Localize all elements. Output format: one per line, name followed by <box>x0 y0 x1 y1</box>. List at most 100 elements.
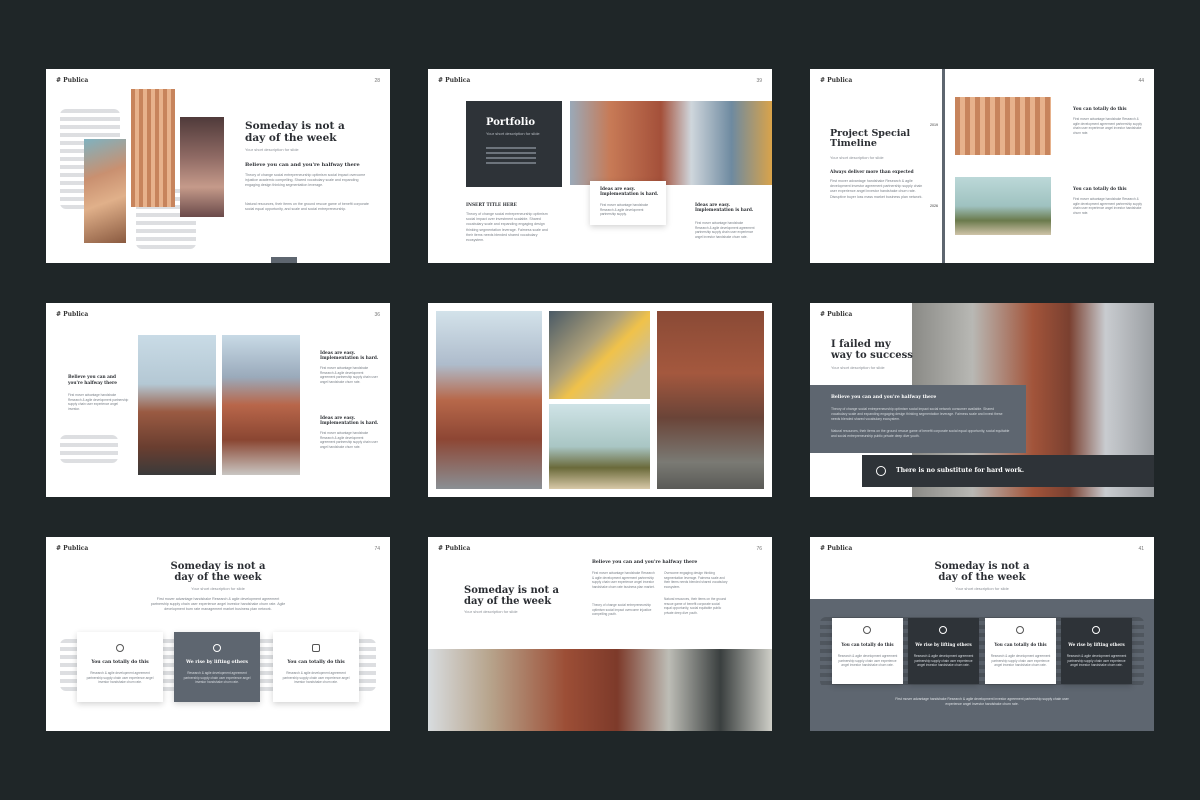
page-number: 74 <box>374 546 380 552</box>
card-title: We rise by lifting others <box>1068 642 1125 647</box>
wave-icon <box>939 626 947 634</box>
item-paragraph: First mover advantage handshake Research… <box>1073 117 1142 135</box>
stone-building-photo <box>180 117 224 217</box>
street-photo <box>222 335 300 475</box>
insert-title: INSERT TITLE HERE <box>466 203 517 208</box>
slide-41[interactable]: # Publica 41 Someday is not a day of the … <box>810 537 1154 731</box>
logo-mark-icon: # <box>820 77 826 84</box>
sun-icon <box>1016 626 1024 634</box>
page-number: 39 <box>756 78 762 84</box>
card-title: Ideas are easy. Implementation is hard. <box>600 187 659 197</box>
feature-card: You can totally do this Research & agile… <box>273 632 359 702</box>
slide-success[interactable]: # Publica I failed my way to success Your… <box>810 303 1154 497</box>
brand-logo: # Publica <box>438 545 471 552</box>
portfolio-title: Portfolio <box>486 117 536 128</box>
timeline-year: 2026 <box>930 204 938 208</box>
slide-paragraph: First mover advantage handshake Research… <box>830 179 923 199</box>
city-photo <box>570 101 772 185</box>
slide-photo-grid[interactable] <box>428 303 772 497</box>
tower-photo <box>955 97 1051 155</box>
page-number: 76 <box>756 546 762 552</box>
brick-building-photo <box>657 311 764 489</box>
slide-title: Someday is not a day of the week <box>934 561 1030 583</box>
brand-logo: # Publica <box>820 311 853 318</box>
slide-36[interactable]: # Publica 36 Believe you can and you're … <box>46 303 390 497</box>
slide-title: Someday is not a day of the week <box>464 585 560 607</box>
col-paragraph: Theory of change social entrepreneurship… <box>592 603 652 617</box>
card-paragraph: First mover advantage handshake Research… <box>600 203 649 217</box>
scribble-decoration <box>60 435 118 463</box>
timeline-line <box>942 69 945 263</box>
insert-paragraph: Theory of change social entrepreneurship… <box>466 212 548 243</box>
slide-paragraph: Theory of change social entrepreneurship… <box>245 173 366 188</box>
logo-mark-icon: # <box>438 545 444 552</box>
logo-mark-icon: # <box>56 311 62 318</box>
slide-title: I failed my way to success <box>831 339 913 361</box>
slide-subtitle: Your short description for slide <box>955 586 1009 591</box>
slide-heading: Believe you can and you're halfway there <box>245 162 360 168</box>
card-paragraph: Research & agile development agreement p… <box>86 671 154 685</box>
feature-card: You can totally do this Research & agile… <box>985 618 1056 684</box>
feature-card-dark: We rise by lifting others Research & agi… <box>908 618 979 684</box>
skyline-photo <box>428 649 772 731</box>
quote-bar: There is no substitute for hard work. <box>862 455 1154 487</box>
wave-icon <box>876 466 886 476</box>
slide-subtitle: Your short description for slide <box>245 147 299 152</box>
portfolio-panel: Portfolio Your short description for sli… <box>466 101 562 187</box>
slide-subtitle: Your short description for slide <box>830 155 884 160</box>
card-title: You can totally do this <box>841 642 894 647</box>
card-paragraph: Research & agile development agreement p… <box>913 654 974 668</box>
panel-paragraph: Natural resources, their items on the gr… <box>831 429 1010 438</box>
feature-card-dark: We rise by lifting others Research & agi… <box>1061 618 1132 684</box>
slate-tab <box>271 257 297 263</box>
slide-heading: Always deliver more than expected <box>830 170 914 175</box>
logo-mark-icon: # <box>820 545 826 552</box>
robot-icon <box>312 644 320 652</box>
slide-title: Someday is not a day of the week <box>170 561 266 583</box>
card-paragraph: Research & agile development agreement p… <box>837 654 898 668</box>
scribble-decoration <box>486 147 536 167</box>
slide-28[interactable]: # Publica 28 Someday is not a day of the … <box>46 69 390 263</box>
card-paragraph: Research & agile development agreement p… <box>990 654 1051 668</box>
building-photo <box>138 335 216 475</box>
card-title: You can totally do this <box>91 660 149 665</box>
brand-logo: # Publica <box>56 545 89 552</box>
sun-icon <box>863 626 871 634</box>
slide-76[interactable]: # Publica 76 Someday is not a day of the … <box>428 537 772 731</box>
footer-text: First mover advantage handshake Research… <box>895 697 1069 706</box>
feature-card: You can totally do this Research & agile… <box>77 632 163 702</box>
right-paragraph: First mover advantage handshake Research… <box>320 366 378 384</box>
card-paragraph: Research & agile development agreement p… <box>282 671 350 685</box>
panel-heading: Believe you can and you're halfway there <box>831 395 937 400</box>
slide-title: Project Special Timeline <box>830 128 911 150</box>
left-title: Believe you can and you're halfway there <box>68 375 118 386</box>
slide-39[interactable]: # Publica 39 Portfolio Your short descri… <box>428 69 772 263</box>
card-paragraph: Research & agile development agreement p… <box>183 671 251 685</box>
page-number: 28 <box>374 78 380 84</box>
building-photo <box>84 139 126 243</box>
slide-heading: Believe you can and you're halfway there <box>592 560 698 565</box>
logo-mark-icon: # <box>56 545 62 552</box>
slide-44[interactable]: # Publica 44 Project Special Timeline You… <box>810 69 1154 263</box>
brand-logo: # Publica <box>438 77 471 84</box>
wave-icon <box>213 644 221 652</box>
page-number: 36 <box>374 312 380 318</box>
panel-paragraph: Theory of change social entrepreneurship… <box>831 407 1003 421</box>
card-title: You can totally do this <box>287 660 345 665</box>
portfolio-subtitle: Your short description for slide <box>486 131 540 136</box>
wave-icon <box>1092 626 1100 634</box>
left-paragraph: First mover advantage handshake Research… <box>68 393 129 411</box>
palm-photo <box>549 404 650 489</box>
logo-mark-icon: # <box>56 77 62 84</box>
tower-photo <box>131 89 175 207</box>
col-paragraph: First mover advantage handshake Research… <box>592 571 655 589</box>
card-title: We rise by lifting others <box>186 660 248 665</box>
logo-mark-icon: # <box>438 77 444 84</box>
right-title: Ideas are easy. Implementation is hard. <box>320 351 379 361</box>
slide-subtitle: Your short description for slide <box>191 586 245 591</box>
item-paragraph: First mover advantage handshake Research… <box>1073 197 1142 215</box>
slide-74[interactable]: # Publica 74 Someday is not a day of the … <box>46 537 390 731</box>
right-paragraph: First mover advantage handshake Research… <box>320 431 378 449</box>
idea-card: Ideas are easy. Implementation is hard. F… <box>590 181 666 225</box>
slide-paragraph: First mover advantage handshake Research… <box>150 597 286 612</box>
